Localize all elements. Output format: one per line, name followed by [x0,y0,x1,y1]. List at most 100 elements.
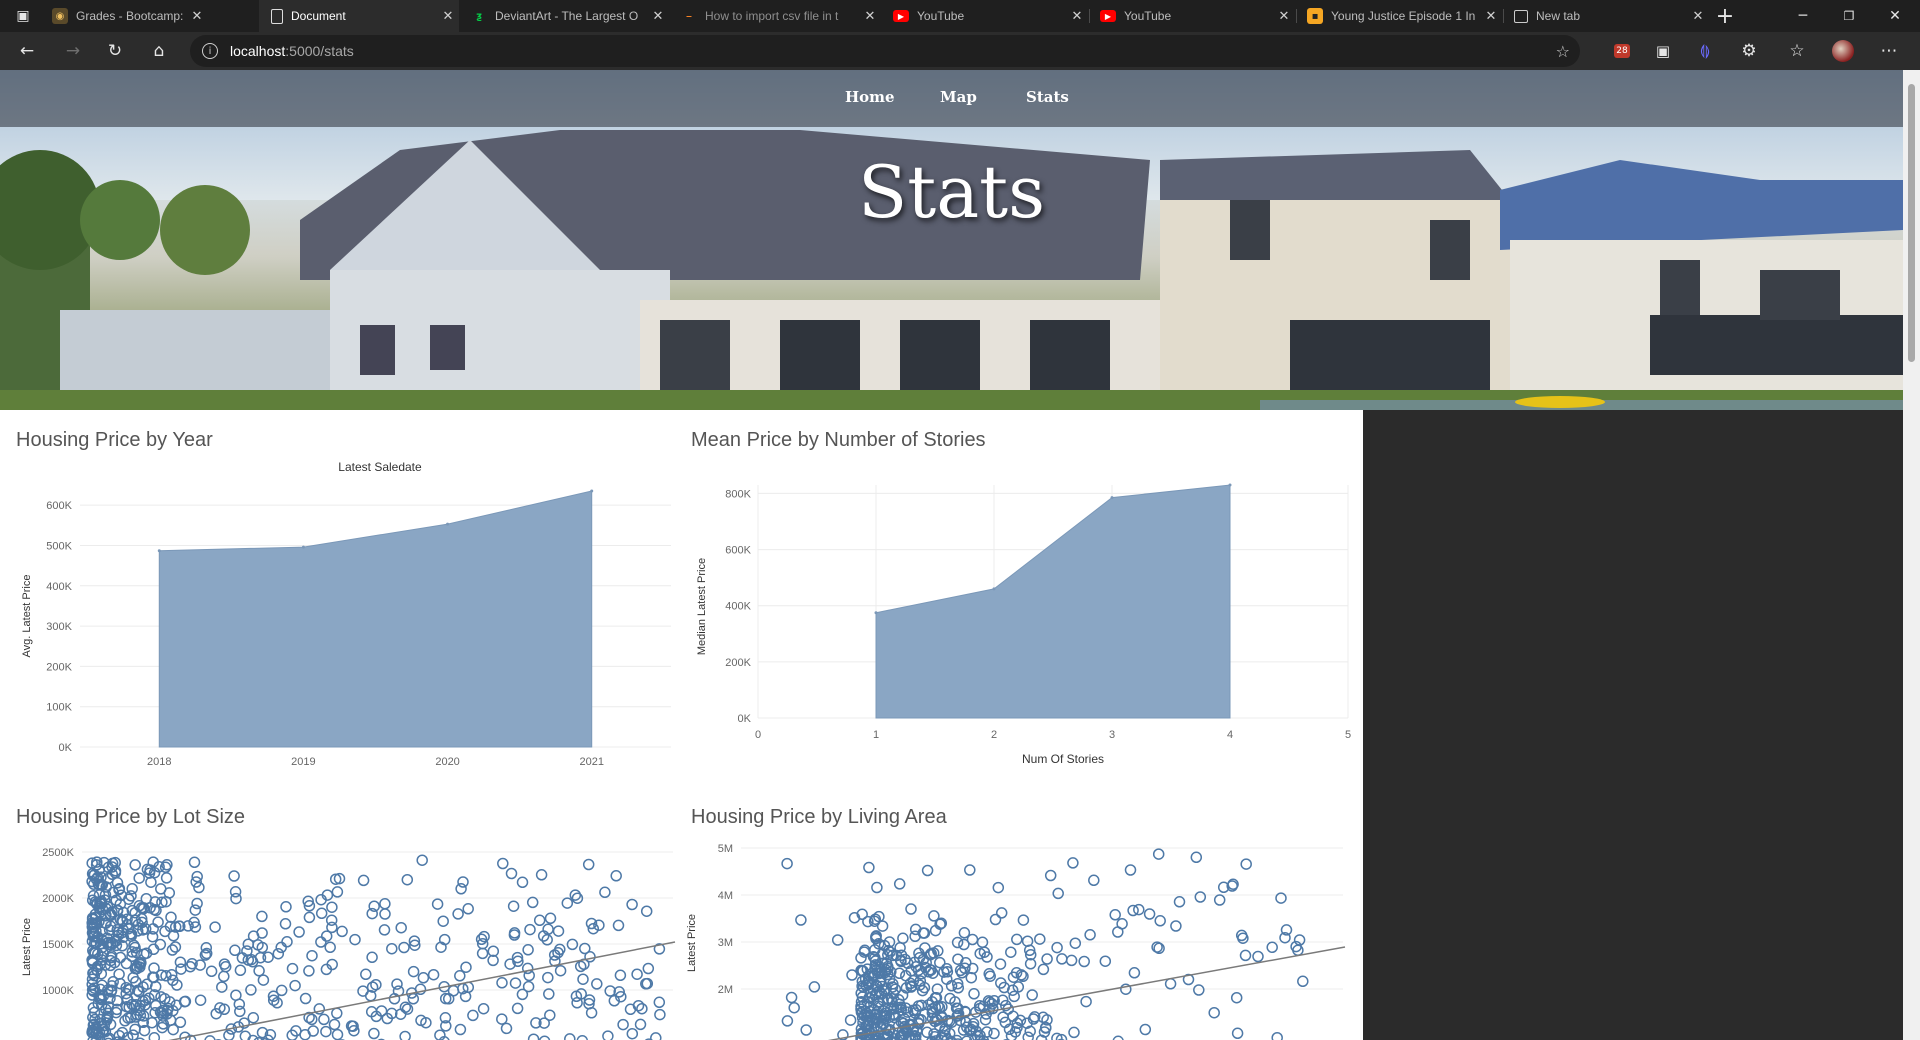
scatter-point [357,985,369,997]
hero-banner: Home Map Stats Stats [0,70,1903,410]
nav-link-home[interactable]: Home [845,88,895,106]
scatter-point [626,898,638,911]
close-tab-icon[interactable]: ✕ [1480,9,1502,24]
extensions-icon[interactable]: ⚙ [1734,36,1764,66]
scatter-point [417,972,430,984]
tab-youtube-1[interactable]: ▶ YouTube ✕ [881,0,1088,32]
close-tab-icon[interactable]: ✕ [1066,9,1088,24]
scatter-point [328,1018,341,1031]
scatter-point [431,898,444,910]
scatter-point [204,1035,216,1040]
scatter-point [522,944,534,956]
scatter-point [958,927,971,939]
scatter-point [155,991,167,1003]
chart-price-by-living-area[interactable]: 2M 3M 4M 5M Latest Price [681,832,1351,1040]
tab-document[interactable]: Document ✕ [259,0,459,32]
scatter-point [1051,941,1063,954]
scatter-point [228,870,240,882]
scatter-point [542,971,554,984]
tab-new-tab[interactable]: New tab ✕ [1502,0,1709,32]
scatter-point [505,867,518,880]
close-tab-icon[interactable]: ✕ [859,9,881,24]
close-tab-icon[interactable]: ✕ [1273,9,1295,24]
tab-youtube-2[interactable]: ▶ YouTube ✕ [1088,0,1295,32]
scatter-point [174,956,187,968]
chart-price-by-lot-size[interactable]: 1000K 1500K 2000K 2500K Latest Price [16,832,681,1040]
close-tab-icon[interactable]: ✕ [186,9,208,24]
y-axis-label: Latest Price [21,918,33,976]
restore-button[interactable]: ❐ [1826,0,1872,32]
scatter-point [523,969,535,982]
scatter-point [455,883,467,895]
close-window-button[interactable]: ✕ [1872,0,1918,32]
scatter-point [788,1001,800,1014]
scatter-point [303,965,315,977]
brackets-extension-icon[interactable]: ⟬⟭ [1690,36,1720,66]
y-tick-label: 4M [718,890,733,902]
scatter-point [306,949,318,962]
scatter-point [1088,874,1100,887]
scatter-point [1017,914,1030,926]
nav-link-map[interactable]: Map [940,88,977,106]
extension-badge: 28 [1614,44,1630,58]
scatter-point [552,925,565,937]
scatter-point [1065,954,1078,967]
scatter-point [1297,975,1309,988]
tab-deviantart[interactable]: ƺ DeviantArt - The Largest O ✕ [459,0,669,32]
scatter-point [561,897,574,909]
scatter-point [844,1014,857,1026]
scatter-point [247,1011,260,1024]
scatter-point [325,914,338,926]
scatter-point [964,864,976,876]
reading-icon[interactable]: ▣ [1648,36,1678,66]
browser-toolbar: ← → ↻ ⌂ i localhost:5000/stats ☆ 28 ▣ ⟬⟭… [0,32,1920,70]
chart-price-by-stories[interactable]: 0K 200K 400K 600K 800K 0 1 2 3 4 5 Num Of Stories Me… [681,455,1351,785]
nav-link-stats[interactable]: Stats [1026,88,1069,106]
scatter-point [591,978,603,990]
favorites-icon[interactable]: ☆ [1782,36,1812,66]
x-tick-label: 1 [873,729,879,741]
minimize-button[interactable]: ─ [1780,0,1826,32]
more-options-icon[interactable]: ⋯ [1874,36,1904,66]
deviantart-icon: ƺ [476,10,482,22]
scatter-point [1271,1031,1283,1040]
profile-avatar[interactable] [1828,36,1858,66]
scrollbar-thumb[interactable] [1908,84,1915,362]
x-tick-label: 2021 [579,756,603,768]
site-info-icon[interactable]: i [202,43,218,59]
page-viewport: Home Map Stats Stats Housing Price by Ye… [0,70,1903,1040]
scatter-point [965,971,978,984]
favorite-star-icon[interactable]: ☆ [1556,42,1570,61]
scatter-point [386,942,398,955]
data-point [1228,483,1232,487]
scatter-point [893,878,906,890]
address-bar[interactable]: i localhost:5000/stats ☆ [190,35,1580,67]
tab-actions-icon[interactable]: ▣ [8,1,38,31]
scatter-point [995,907,1008,919]
tab-grades[interactable]: ◉ Grades - Bootcamp: UCB- ✕ [40,0,208,32]
x-tick-label: 2019 [291,756,315,768]
tab-import-csv[interactable]: ⎯ How to import csv file in t ✕ [669,0,881,32]
scatter-point [934,956,946,969]
scatter-point [535,869,548,881]
chart-price-by-year[interactable]: Latest Saledate 0K 100K 200K 300K 400K 500K 600… [16,455,681,785]
scatter-point [234,1005,246,1018]
reload-icon[interactable]: ↻ [100,36,130,66]
tab-young-justice[interactable]: ▪ Young Justice Episode 1 In ✕ [1295,0,1502,32]
scatter-point [126,883,138,895]
scatter-point [554,964,567,977]
forward-icon[interactable]: → [58,36,88,66]
home-icon[interactable]: ⌂ [144,36,174,66]
scatter-point [1173,896,1186,908]
page-scrollbar[interactable] [1903,70,1920,1040]
scatter-point [477,1002,490,1015]
scatter-point [527,1033,540,1040]
new-tab-button[interactable]: + [1702,0,1748,32]
close-tab-icon[interactable]: ✕ [647,9,669,24]
back-icon[interactable]: ← [12,36,42,66]
scatter-point [582,858,595,871]
close-tab-icon[interactable]: ✕ [437,9,459,24]
scatter-point [336,925,348,938]
extension-badge-icon[interactable]: 28 [1606,36,1636,66]
scatter-point [1170,920,1182,932]
